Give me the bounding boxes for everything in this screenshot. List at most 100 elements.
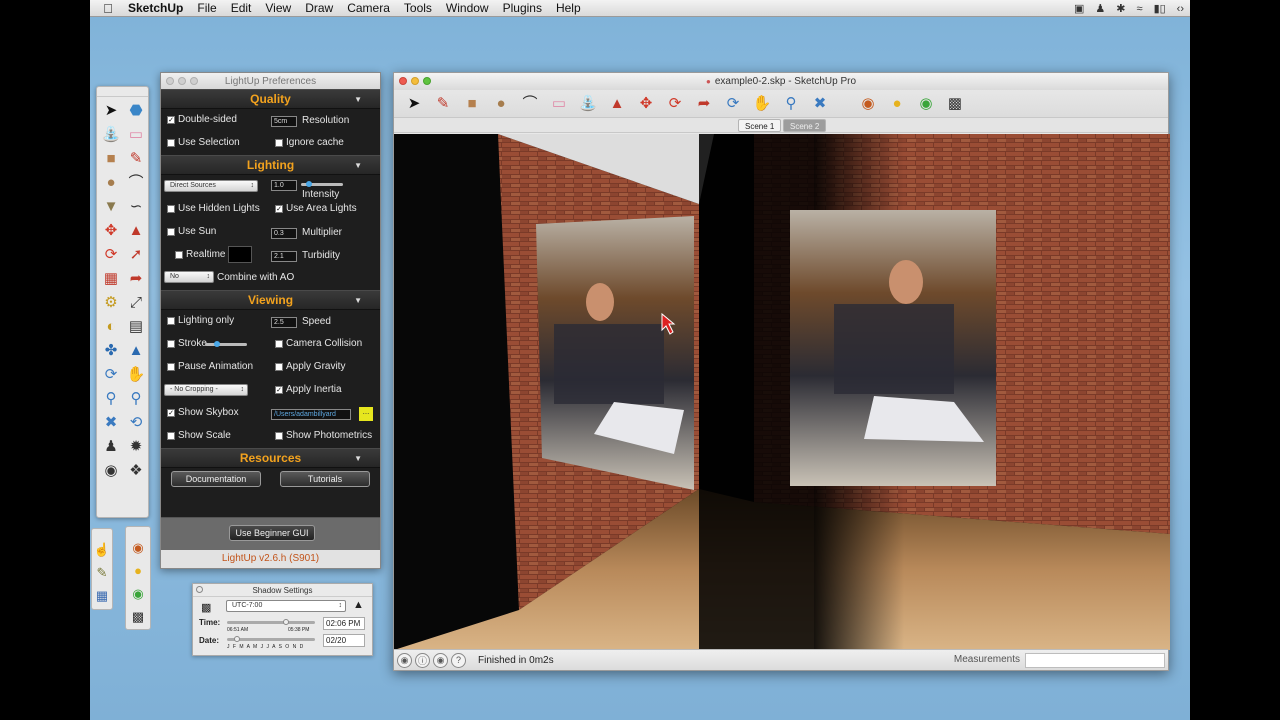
slider-knob[interactable] xyxy=(234,636,240,642)
browse-button[interactable]: ... xyxy=(359,407,373,421)
previous-view-icon[interactable]: ⟲ xyxy=(124,411,148,434)
apply-gravity-checkbox[interactable]: Apply Gravity xyxy=(275,361,345,372)
scale-icon[interactable]: ▦ xyxy=(99,267,123,290)
battery-icon[interactable]: ▮▯ xyxy=(1154,2,1166,15)
menu-draw[interactable]: Draw xyxy=(299,1,341,15)
ignore-cache-checkbox[interactable]: Ignore cache xyxy=(275,137,344,148)
resolution-field[interactable]: 5cm xyxy=(271,116,297,127)
use-sun-checkbox[interactable]: Use Sun xyxy=(167,226,216,237)
pause-animation-checkbox[interactable]: Pause Animation xyxy=(167,361,253,372)
text-icon[interactable]: ▤ xyxy=(124,315,148,338)
hand-tool-icon[interactable]: ☝ xyxy=(92,538,112,560)
collapse-arrow-icon[interactable]: ▼ xyxy=(354,161,362,170)
menu-file[interactable]: File xyxy=(191,1,224,15)
polygon-icon[interactable]: ▼ xyxy=(99,195,123,218)
multiplier-field[interactable]: 0.3 xyxy=(271,228,297,239)
measurements-field[interactable] xyxy=(1025,653,1165,668)
paint-bucket-icon[interactable]: ⛲ xyxy=(99,123,123,146)
close-button[interactable] xyxy=(196,586,203,593)
arc-icon[interactable]: ⌒ xyxy=(520,94,540,114)
realtime-checkbox[interactable]: Realtime xyxy=(175,249,225,260)
shadow-toggle-icon[interactable]: ▩ xyxy=(201,601,211,614)
zoom-icon[interactable]: ⚲ xyxy=(99,387,123,410)
layers-tool-icon[interactable]: ▦ xyxy=(92,584,112,606)
orbit-icon[interactable]: ⟳ xyxy=(723,94,743,114)
section-viewing[interactable]: Viewing ▼ xyxy=(161,290,380,310)
double-sided-checkbox[interactable]: ✓ Double-sided xyxy=(167,114,237,125)
zoom-button[interactable] xyxy=(190,77,198,85)
shadow-details-icon[interactable]: ▲ xyxy=(353,599,364,611)
lightup-titlebar[interactable]: LightUp Preferences xyxy=(161,73,380,89)
lightup-settings-icon[interactable]: ▩ xyxy=(128,605,148,627)
user-status-icon[interactable]: ♟ xyxy=(1095,2,1105,15)
tutorials-button[interactable]: Tutorials xyxy=(280,471,370,487)
menu-app-name[interactable]: SketchUp xyxy=(126,1,191,15)
light-source-select[interactable]: Direct Sources xyxy=(164,180,258,192)
render-viewport[interactable] xyxy=(394,134,1170,650)
zoom-icon[interactable]: ⚲ xyxy=(781,94,801,114)
time-field[interactable]: 02:06 PM xyxy=(323,617,365,630)
menu-window[interactable]: Window xyxy=(440,1,497,15)
rectangle-icon[interactable]: ■ xyxy=(99,147,123,170)
timezone-select[interactable]: UTC-7:00 xyxy=(226,600,346,612)
menu-plugins[interactable]: Plugins xyxy=(497,1,550,15)
pan-icon[interactable]: ✋ xyxy=(124,363,148,386)
protractor-icon[interactable]: ◐ xyxy=(99,315,123,338)
render-stop-icon[interactable]: ◉ xyxy=(858,94,878,114)
offset-icon[interactable]: ➦ xyxy=(124,267,148,290)
circle-icon[interactable]: ● xyxy=(491,94,511,114)
orbit-icon[interactable]: ⟳ xyxy=(99,363,123,386)
select-arrow-icon[interactable]: ➤ xyxy=(404,94,424,114)
slider-knob[interactable] xyxy=(306,181,313,187)
shadow-titlebar[interactable]: Shadow Settings xyxy=(193,584,372,597)
lighting-only-checkbox[interactable]: Lighting only xyxy=(167,315,234,326)
slider-knob[interactable] xyxy=(214,341,220,347)
section-lighting[interactable]: Lighting ▼ xyxy=(161,155,380,175)
rectangle-icon[interactable]: ■ xyxy=(462,94,482,114)
apple-icon[interactable]:  xyxy=(90,1,126,16)
close-button[interactable] xyxy=(166,77,174,85)
beginner-gui-button[interactable]: Use Beginner GUI xyxy=(229,525,315,541)
date-field[interactable]: 02/20 xyxy=(323,634,365,647)
offset-icon[interactable]: ➦ xyxy=(694,94,714,114)
circle-icon[interactable]: ● xyxy=(99,171,123,194)
camera-status-icon[interactable]: ▣ xyxy=(1074,2,1084,15)
move-icon[interactable]: ✥ xyxy=(636,94,656,114)
freehand-icon[interactable]: ∽ xyxy=(124,195,148,218)
line-pencil-icon[interactable]: ✎ xyxy=(433,94,453,114)
show-skybox-checkbox[interactable]: ✓ Show Skybox xyxy=(167,407,239,418)
stroke-slider[interactable] xyxy=(205,341,247,347)
light-bulb-icon[interactable]: ● xyxy=(128,559,148,581)
section-resources[interactable]: Resources ▼ xyxy=(161,448,380,468)
tab-scene-1[interactable]: Scene 1 xyxy=(738,119,782,132)
close-button[interactable] xyxy=(399,77,407,85)
walk-icon[interactable]: ✹ xyxy=(124,435,148,458)
rotate-icon[interactable]: ⟳ xyxy=(99,243,123,266)
follow-me-icon[interactable]: ➚ xyxy=(124,243,148,266)
menu-camera[interactable]: Camera xyxy=(341,1,398,15)
collapse-arrow-icon[interactable]: ▼ xyxy=(354,454,362,463)
menu-tools[interactable]: Tools xyxy=(398,1,440,15)
position-camera-icon[interactable]: ♟ xyxy=(99,435,123,458)
use-area-lights-checkbox[interactable]: ✓ Use Area Lights xyxy=(275,203,357,214)
section-quality[interactable]: Quality ▼ xyxy=(161,89,380,109)
dimension-icon[interactable]: ⤢ xyxy=(124,291,148,314)
zoom-button[interactable] xyxy=(423,77,431,85)
menu-help[interactable]: Help xyxy=(550,1,589,15)
user-icon[interactable]: ◉ xyxy=(433,652,448,668)
rotate-icon[interactable]: ⟳ xyxy=(665,94,685,114)
apply-inertia-checkbox[interactable]: ✓ Apply Inertia xyxy=(275,384,342,395)
paint-tool-icon[interactable]: ✎ xyxy=(92,561,112,583)
camera-collision-checkbox[interactable]: Camera Collision xyxy=(275,338,362,349)
wifi-icon[interactable]: ≈ xyxy=(1137,3,1143,15)
credits-icon[interactable]: ⓘ xyxy=(415,652,430,668)
push-pull-icon[interactable]: ▲ xyxy=(124,219,148,242)
lightup-green-icon[interactable]: ◉ xyxy=(128,582,148,604)
bluetooth-icon[interactable]: ✱ xyxy=(1116,2,1125,15)
render-stop-icon[interactable]: ◉ xyxy=(128,536,148,558)
documentation-button[interactable]: Documentation xyxy=(171,471,261,487)
menu-view[interactable]: View xyxy=(259,1,299,15)
line-pencil-icon[interactable]: ✎ xyxy=(124,147,148,170)
use-hidden-lights-checkbox[interactable]: Use Hidden Lights xyxy=(167,203,260,214)
sun-color-swatch[interactable] xyxy=(228,246,252,263)
